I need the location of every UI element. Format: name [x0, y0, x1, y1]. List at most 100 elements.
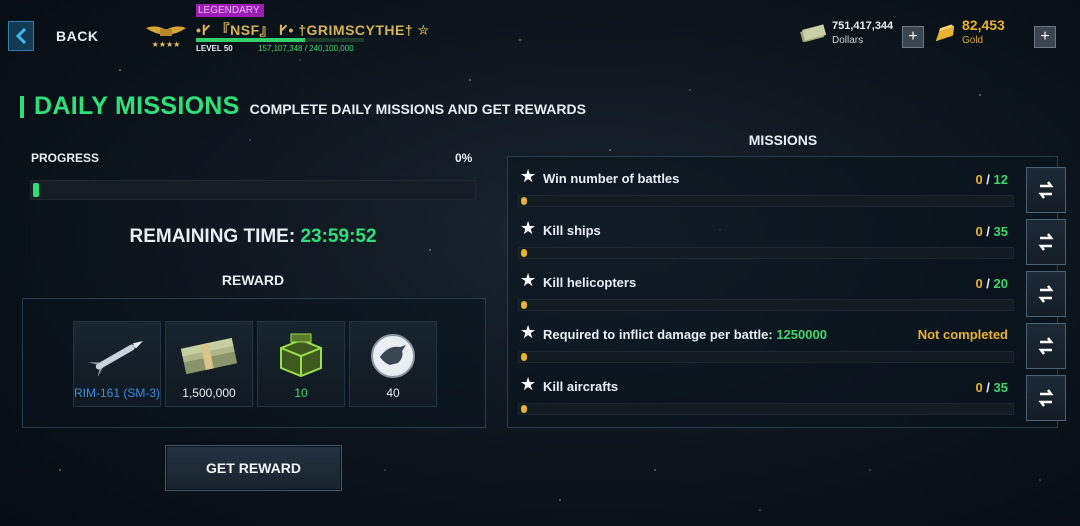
swap-arrows-icon: [1038, 181, 1054, 199]
remaining-time-value: 23:59:52: [300, 226, 377, 247]
progress-bar-fill: [33, 183, 39, 197]
gold-label: Gold: [962, 35, 984, 46]
page-subtitle: COMPLETE DAILY MISSIONS AND GET REWARDS: [249, 101, 586, 117]
mission-count: 0 / 12: [975, 172, 1008, 187]
mission-progress-bar: [518, 403, 1014, 415]
mission-count: 0 / 35: [975, 380, 1008, 395]
heading-accent-bar: [20, 95, 24, 118]
mission-status: Not completed: [917, 327, 1008, 342]
swap-mission-button[interactable]: [1026, 167, 1066, 213]
mission-current: 0: [975, 172, 983, 187]
swap-arrows-icon: [1038, 285, 1054, 303]
player-level: LEVEL 50: [196, 44, 233, 53]
progress-dot: [521, 405, 527, 413]
cash-icon: [800, 24, 827, 43]
mission-sep: /: [982, 276, 994, 291]
progress-dot: [521, 353, 527, 361]
back-button[interactable]: BACK: [8, 18, 100, 54]
missions-title: MISSIONS: [748, 132, 818, 148]
mission-total: 12: [993, 172, 1008, 187]
swap-arrows-icon: [1038, 389, 1054, 407]
buy-gold-button[interactable]: +: [1034, 26, 1056, 48]
mission-progress-bar: [518, 351, 1014, 363]
mission-count: 0 / 20: [975, 276, 1008, 291]
missions-panel: ★ Win number of battles 0 / 12 ★ Kill sh…: [507, 156, 1066, 428]
mission-current: 0: [975, 224, 983, 239]
eagle-emblem-icon: [350, 330, 436, 382]
reward-label: REWARD: [221, 272, 285, 288]
reward-item[interactable]: 10: [257, 321, 345, 407]
page-title: DAILY MISSIONS: [34, 92, 240, 120]
mission-progress-bar: [518, 299, 1014, 311]
remaining-time: REMAINING TIME: 23:59:52: [0, 226, 506, 248]
buy-dollars-button[interactable]: +: [902, 26, 924, 48]
mission-row: ★ Kill ships 0 / 35: [518, 213, 1066, 265]
progress-percent: 0%: [455, 151, 473, 165]
swap-arrows-icon: [1038, 233, 1054, 251]
swap-mission-button[interactable]: [1026, 219, 1066, 265]
mission-sep: /: [982, 224, 994, 239]
get-reward-button[interactable]: GET REWARD: [165, 445, 342, 491]
reward-item[interactable]: 1,500,000: [165, 321, 253, 407]
reward-item-label: 1,500,000: [182, 386, 236, 400]
svg-text:★★★★: ★★★★: [152, 40, 181, 49]
cash-stack-icon: [166, 330, 252, 382]
mission-name: Win number of battles: [543, 171, 680, 186]
star-icon: ★: [520, 166, 537, 186]
progress-label: PROGRESS: [31, 151, 100, 165]
dollars-label: Dollars: [832, 35, 864, 46]
mission-total: 35: [993, 224, 1008, 239]
progress-dot: [521, 249, 527, 257]
reward-item-label: 10: [294, 386, 308, 400]
mission-progress-bar: [518, 247, 1014, 259]
mission-name: Kill helicopters: [543, 275, 637, 290]
player-name: •𐌖 『NSF』 𐌖• †GRIMSCYTHE† ✮: [196, 22, 430, 38]
mission-sep: /: [982, 172, 994, 187]
mission-current: 0: [975, 276, 983, 291]
mission-total: 20: [993, 276, 1008, 291]
mission-name: Kill aircrafts: [543, 379, 619, 394]
progress-dot: [521, 301, 527, 309]
mission-target: 1250000: [776, 327, 827, 342]
swap-mission-button[interactable]: [1026, 375, 1066, 421]
mission-row: ★ Win number of battles 0 / 12: [518, 161, 1066, 213]
mission-row: ★ Kill helicopters 0 / 20: [518, 265, 1066, 317]
mission-progress-bar: [518, 195, 1014, 207]
mission-row: ★ Required to inflict damage per battle:…: [518, 317, 1066, 369]
gold-bar-icon: [932, 24, 958, 42]
mission-count: 0 / 35: [975, 224, 1008, 239]
progress-bar: [30, 180, 476, 200]
reward-item-label: 40: [386, 386, 400, 400]
mission-name: Required to inflict damage per battle: 1…: [543, 327, 827, 342]
star-icon: ★: [520, 218, 537, 238]
star-icon: ★: [520, 322, 537, 342]
supply-crate-icon: [258, 330, 344, 382]
mission-sep: /: [982, 380, 994, 395]
swap-mission-button[interactable]: [1026, 271, 1066, 317]
missile-icon: [74, 330, 160, 382]
rank-wings-icon: ★★★★: [144, 20, 188, 50]
xp-value: 157,107,348 / 240,100,000: [258, 44, 354, 53]
dollars-value: 751,417,344: [832, 20, 894, 32]
mission-name-text: Required to inflict damage per battle:: [543, 327, 777, 342]
mission-total: 35: [993, 380, 1008, 395]
mission-current: 0: [975, 380, 983, 395]
chevron-left-icon: [8, 21, 34, 51]
swap-arrows-icon: [1038, 337, 1054, 355]
star-icon: ★: [520, 270, 537, 290]
xp-bar: [196, 38, 364, 42]
rank-badge: LEGENDARY: [196, 4, 264, 17]
reward-panel: RIM-161 (SM-3) 1,500,000 10 40: [22, 298, 486, 428]
progress-dot: [521, 197, 527, 205]
mission-name: Kill ships: [543, 223, 601, 238]
xp-bar-fill: [196, 38, 306, 42]
mission-row: ★ Kill aircrafts 0 / 35: [518, 369, 1066, 421]
swap-mission-button[interactable]: [1026, 323, 1066, 369]
gold-value: 82,453: [962, 17, 1005, 33]
reward-item[interactable]: 40: [349, 321, 437, 407]
reward-item[interactable]: RIM-161 (SM-3): [73, 321, 161, 407]
star-icon: ★: [520, 374, 537, 394]
reward-item-label: RIM-161 (SM-3): [74, 386, 161, 400]
page-heading: DAILY MISSIONS COMPLETE DAILY MISSIONS A…: [20, 92, 586, 121]
back-label: BACK: [56, 28, 99, 44]
